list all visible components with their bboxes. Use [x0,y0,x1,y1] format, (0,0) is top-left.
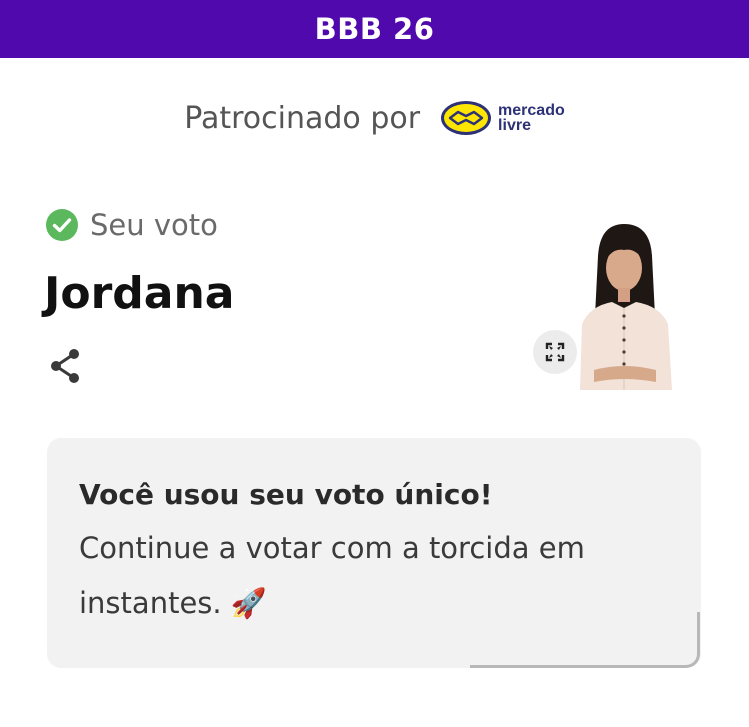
info-card: Você usou seu voto único! Continue a vot… [47,438,701,668]
card-message: Continue a votar com a torcida em instan… [79,531,585,620]
expand-icon [545,342,565,362]
vote-label: Seu voto [90,208,218,242]
candidate-portrait [560,216,690,390]
header-bar: BBB 26 [0,0,749,58]
share-button[interactable] [48,347,84,385]
handshake-icon [441,101,492,135]
check-circle-icon [46,209,78,241]
mercado-livre-wordmark: mercado livre [498,102,565,134]
vote-status: Seu voto [46,208,218,242]
sponsor-label: Patrocinado por [184,100,421,136]
sponsor-section: Patrocinado por mercado livre [0,95,749,141]
mercado-livre-logo: mercado livre [440,98,565,138]
candidate-name: Jordana [44,268,235,319]
header-title: BBB 26 [314,12,435,46]
card-title: Você usou seu voto único! [79,478,493,511]
expand-photo-button[interactable] [533,330,577,374]
share-icon [51,349,79,383]
candidate-photo[interactable] [560,216,690,390]
